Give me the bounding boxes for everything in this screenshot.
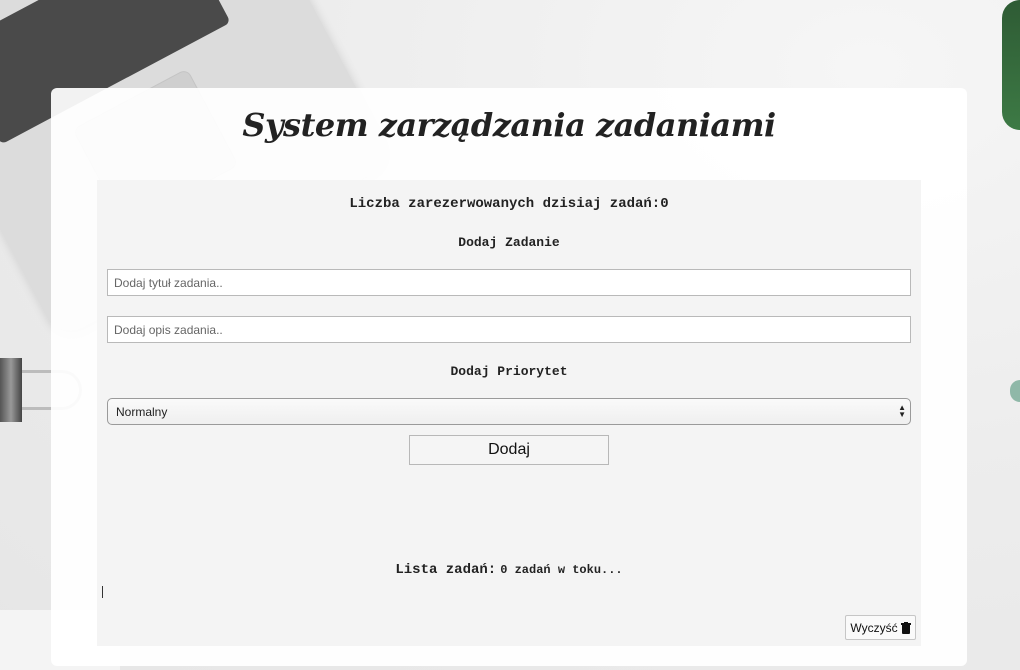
task-list-area[interactable] — [102, 586, 103, 598]
add-task-button[interactable]: Dodaj — [409, 435, 609, 465]
clear-button[interactable]: Wyczyść — [845, 615, 916, 640]
trash-icon — [900, 621, 911, 634]
task-title-input[interactable] — [107, 269, 911, 296]
task-description-input[interactable] — [107, 316, 911, 343]
add-task-heading: Dodaj Zadanie — [458, 235, 560, 250]
main-panel: System zarządzania zadaniami Liczba zare… — [51, 88, 967, 666]
chevron-updown-icon: ▲ ▼ — [898, 403, 906, 419]
page-title: System zarządzania zadaniami — [242, 106, 776, 144]
task-list-label: Lista zadań: — [395, 562, 497, 578]
task-list-header: Lista zadań: 0 zadań w toku... — [97, 560, 921, 578]
priority-heading: Dodaj Priorytet — [450, 364, 568, 379]
task-list-status: 0 zadań w toku... — [500, 563, 623, 577]
task-form: Liczba zarezerwowanych dzisiaj zadań:0 D… — [97, 180, 921, 646]
priority-select-value: Normalny — [116, 404, 168, 419]
clear-button-label: Wyczyść — [850, 620, 898, 635]
priority-select[interactable]: Normalny ▲ ▼ — [107, 398, 911, 425]
plant-image — [1002, 0, 1020, 130]
plant-leaf-image — [1010, 380, 1020, 402]
task-count-text: Liczba zarezerwowanych dzisiaj zadań:0 — [349, 196, 669, 212]
